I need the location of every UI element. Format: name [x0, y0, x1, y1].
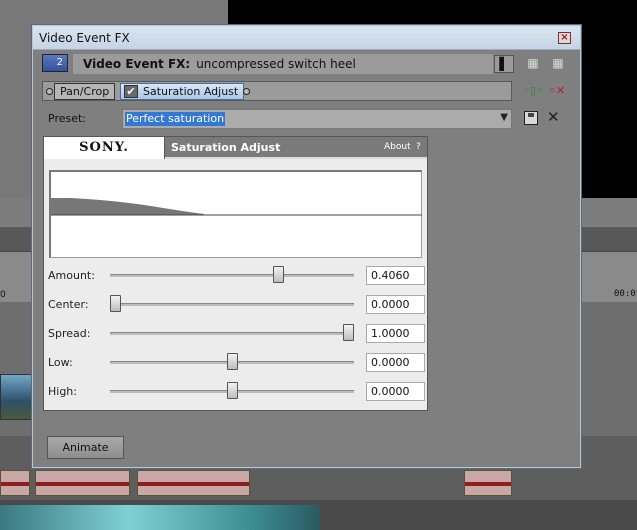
- save-preset-icon[interactable]: [524, 111, 538, 125]
- audio-waveform-clip[interactable]: [0, 505, 320, 530]
- event-header: 2 Video Event FX: uncompressed switch hee…: [42, 54, 572, 76]
- plugin-chain-pan-crop[interactable]: Pan/Crop: [54, 83, 116, 100]
- preset-value[interactable]: Perfect saturation: [125, 112, 226, 126]
- event-number: 2: [56, 57, 63, 68]
- high-value-input[interactable]: 0.0000: [366, 382, 425, 401]
- preset-row: Preset: Perfect saturation ▼ ✕: [42, 108, 572, 131]
- chain-start-node: [46, 88, 53, 95]
- param-high: High: 0.0000: [48, 382, 425, 402]
- delete-preset-icon[interactable]: ✕: [547, 108, 560, 126]
- help-link[interactable]: ?: [416, 142, 421, 152]
- param-spread: Spread: 1.0000: [48, 324, 425, 344]
- event-name: uncompressed switch heel: [196, 57, 356, 71]
- param-low: Low: 0.0000: [48, 353, 425, 373]
- plugin-title: Saturation Adjust: [171, 141, 281, 154]
- plugin-chain: Pan/Crop ✔ Saturation Adjust: [42, 81, 512, 101]
- param-label: Center:: [48, 298, 89, 311]
- audio-clip[interactable]: [464, 470, 512, 496]
- plugin-panel: SONY. Saturation Adjust About ? Amount: …: [43, 136, 428, 411]
- chain-end-node: [243, 88, 250, 95]
- animate-button[interactable]: Animate: [47, 436, 124, 459]
- plugin-chain-label: Saturation Adjust: [143, 85, 239, 98]
- preset-label: Preset:: [48, 112, 87, 125]
- audio-clip[interactable]: [137, 470, 250, 496]
- plugin-enabled-checkbox[interactable]: ✔: [124, 85, 138, 98]
- preset-dropdown[interactable]: Perfect saturation ▼: [122, 109, 512, 129]
- param-center: Center: 0.0000: [48, 295, 425, 315]
- plugin-chain-label: Pan/Crop: [60, 85, 110, 98]
- saturation-curve-graph: [49, 170, 422, 258]
- spread-slider-track[interactable]: [110, 332, 354, 335]
- dialog-title: Video Event FX: [39, 31, 130, 45]
- about-link[interactable]: About: [384, 142, 411, 152]
- plugin-header: SONY. Saturation Adjust About ?: [44, 137, 427, 159]
- single-view-icon[interactable]: ▌: [494, 55, 514, 73]
- add-plugin-icon[interactable]: ◦▯◦: [523, 84, 543, 98]
- event-number-badge[interactable]: 2: [42, 54, 68, 72]
- remove-plugin-icon[interactable]: ◦✕: [548, 84, 566, 98]
- close-icon: ×: [560, 32, 569, 43]
- param-label: Amount:: [48, 269, 95, 282]
- ruler-timecode: 00:01: [614, 289, 637, 299]
- param-label: High:: [48, 385, 77, 398]
- spread-slider-thumb[interactable]: [343, 324, 354, 341]
- high-slider-thumb[interactable]: [226, 382, 238, 399]
- param-label: Low:: [48, 356, 73, 369]
- plugin-chain-saturation-adjust[interactable]: ✔ Saturation Adjust: [120, 83, 245, 100]
- sony-logo: SONY.: [44, 137, 165, 159]
- grid-view-icon[interactable]: ▦: [548, 55, 568, 73]
- video-event-fx-dialog: Video Event FX × 2 Video Event FX: uncomp…: [32, 25, 581, 468]
- video-clip-thumbnail[interactable]: [0, 374, 32, 420]
- audio-clip[interactable]: [0, 470, 30, 496]
- center-slider-track[interactable]: [110, 303, 354, 306]
- event-label-bar: Video Event FX: uncompressed switch heel: [73, 54, 493, 74]
- split-view-icon[interactable]: ▦: [523, 55, 543, 73]
- dialog-titlebar[interactable]: Video Event FX ×: [33, 26, 580, 50]
- amount-slider-track[interactable]: [110, 274, 354, 277]
- spread-value-input[interactable]: 1.0000: [366, 324, 425, 343]
- ruler-zero-label: 0: [0, 290, 6, 300]
- amount-value-input[interactable]: 0.4060: [366, 266, 425, 285]
- param-label: Spread:: [48, 327, 91, 340]
- center-slider-thumb[interactable]: [110, 295, 121, 312]
- event-label: Video Event FX:: [83, 57, 191, 71]
- close-button[interactable]: ×: [558, 32, 571, 44]
- param-amount: Amount: 0.4060: [48, 266, 425, 286]
- audio-clip[interactable]: [35, 470, 130, 496]
- center-value-input[interactable]: 0.0000: [366, 295, 425, 314]
- saturation-curve: [51, 198, 422, 216]
- amount-slider-thumb[interactable]: [273, 266, 285, 283]
- low-slider-thumb[interactable]: [226, 353, 238, 370]
- chevron-down-icon[interactable]: ▼: [500, 112, 508, 123]
- low-value-input[interactable]: 0.0000: [366, 353, 425, 372]
